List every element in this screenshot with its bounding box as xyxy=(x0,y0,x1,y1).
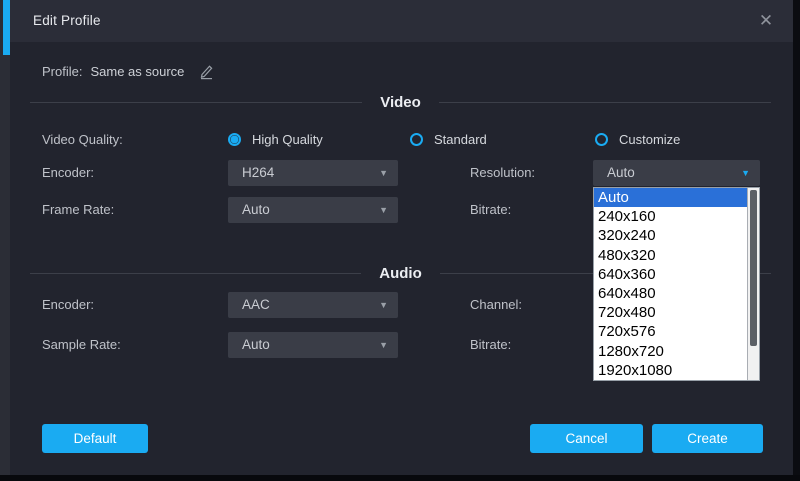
resolution-label: Resolution: xyxy=(470,165,536,180)
section-title-video: Video xyxy=(380,94,421,111)
resolution-dropdown-popup: Auto 240x160 320x240 480x320 640x360 640… xyxy=(593,187,760,381)
chevron-down-icon: ▼ xyxy=(379,300,388,310)
dropdown-option[interactable]: 640x480 xyxy=(594,284,747,303)
audio-bitrate-label: Bitrate: xyxy=(470,337,512,352)
section-title-audio: Audio xyxy=(379,265,422,282)
section-header-video: Video xyxy=(30,94,772,111)
screen: Edit Profile ✕ Profile: Same as source V… xyxy=(0,0,800,481)
cancel-button[interactable]: Cancel xyxy=(530,424,643,453)
dropdown-scrollbar[interactable] xyxy=(747,188,759,380)
radio-high-quality[interactable]: High Quality xyxy=(228,131,323,148)
dialog-title: Edit Profile xyxy=(33,13,101,28)
chevron-down-icon: ▼ xyxy=(379,205,388,215)
divider xyxy=(30,102,363,103)
close-icon[interactable]: ✕ xyxy=(753,8,779,34)
default-button[interactable]: Default xyxy=(42,424,148,453)
divider xyxy=(30,273,362,274)
audio-encoder-label: Encoder: xyxy=(42,297,95,312)
samplerate-select[interactable]: Auto ▼ xyxy=(228,332,398,358)
dropdown-options-list: Auto 240x160 320x240 480x320 640x360 640… xyxy=(594,188,747,380)
dropdown-option[interactable]: 720x576 xyxy=(594,322,747,341)
samplerate-label: Sample Rate: xyxy=(42,337,121,352)
underlying-window-edge xyxy=(0,0,10,475)
select-value: AAC xyxy=(242,297,270,312)
radio-label: Customize xyxy=(619,132,681,147)
dialog-titlebar: Edit Profile ✕ xyxy=(10,0,793,42)
channel-label: Channel: xyxy=(470,297,523,312)
edit-pencil-icon[interactable] xyxy=(198,63,215,80)
dropdown-option[interactable]: 320x240 xyxy=(594,226,747,245)
select-value: Auto xyxy=(242,202,270,217)
dropdown-option[interactable]: 480x320 xyxy=(594,246,747,265)
dropdown-option[interactable]: 240x160 xyxy=(594,207,747,226)
radio-customize[interactable]: Customize xyxy=(595,131,680,148)
radio-unselected-icon xyxy=(410,133,423,146)
radio-selected-icon xyxy=(228,133,241,146)
select-value: H264 xyxy=(242,165,275,180)
dropdown-option[interactable]: 720x480 xyxy=(594,303,747,322)
radio-label: Standard xyxy=(434,132,487,147)
video-quality-label: Video Quality: xyxy=(42,132,123,147)
accent-strip xyxy=(3,0,10,55)
underlying-window-bottom xyxy=(0,475,800,481)
scrollbar-thumb[interactable] xyxy=(750,190,757,346)
dropdown-option[interactable]: 1920x1080 xyxy=(594,361,747,380)
select-value: Auto xyxy=(242,337,270,352)
radio-unselected-icon xyxy=(595,133,608,146)
resolution-select[interactable]: Auto ▼ xyxy=(593,160,760,186)
video-bitrate-label: Bitrate: xyxy=(470,202,512,217)
framerate-label: Frame Rate: xyxy=(42,202,115,217)
profile-row: Profile: Same as source xyxy=(42,58,215,84)
dropdown-option[interactable]: 640x360 xyxy=(594,265,747,284)
video-encoder-label: Encoder: xyxy=(42,165,95,180)
video-encoder-select[interactable]: H264 ▼ xyxy=(228,160,398,186)
select-value: Auto xyxy=(607,165,635,180)
framerate-select[interactable]: Auto ▼ xyxy=(228,197,398,223)
radio-standard[interactable]: Standard xyxy=(410,131,487,148)
radio-label: High Quality xyxy=(252,132,323,147)
chevron-down-icon: ▼ xyxy=(379,340,388,350)
dropdown-option[interactable]: 1280x720 xyxy=(594,342,747,361)
create-button[interactable]: Create xyxy=(652,424,763,453)
profile-value: Same as source xyxy=(90,63,185,79)
profile-label: Profile: xyxy=(42,63,83,79)
audio-encoder-select[interactable]: AAC ▼ xyxy=(228,292,398,318)
divider xyxy=(438,102,772,103)
chevron-down-icon: ▼ xyxy=(379,168,388,178)
dropdown-option[interactable]: Auto xyxy=(594,188,747,208)
chevron-down-icon: ▼ xyxy=(741,168,750,178)
